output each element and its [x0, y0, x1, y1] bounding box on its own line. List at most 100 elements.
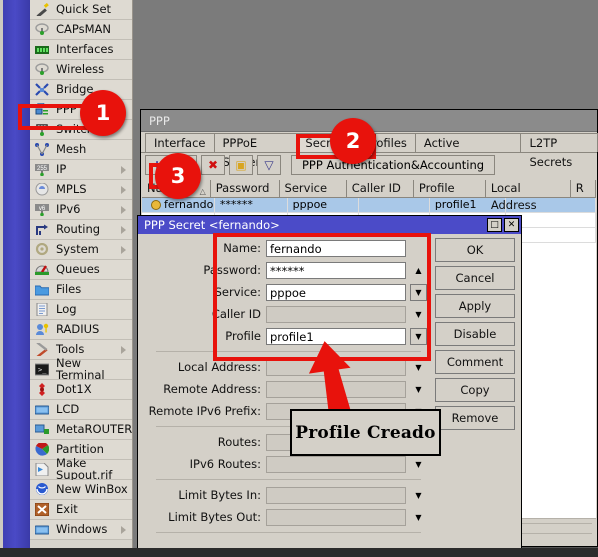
field-label-remote-address: Remote Address:: [163, 382, 261, 396]
winbox-icon: [34, 482, 51, 497]
field-row-remote-address: Remote Address: ▼: [138, 379, 433, 399]
collapse-arrow-icon[interactable]: ▲: [410, 262, 427, 279]
field-label-service: Service:: [214, 285, 261, 299]
dropdown-arrow-icon[interactable]: ▼: [410, 283, 427, 301]
sidebar-item-queues[interactable]: Queues: [30, 260, 132, 280]
sidebar-item-interfaces[interactable]: Interfaces: [30, 40, 132, 60]
sidebar-item-capsman[interactable]: CAPsMAN: [30, 20, 132, 40]
dialog-titlebar: PPP Secret <fernando> □ ✕: [138, 216, 521, 234]
windows-icon: [34, 522, 51, 537]
comment-button[interactable]: Comment: [435, 350, 515, 374]
column-header-label: Profile: [418, 181, 455, 195]
sidebar-item-routing[interactable]: Routing: [30, 220, 132, 240]
field-row-service: Service: pppoe ▼: [138, 282, 433, 302]
sidebar-item-system[interactable]: System: [30, 240, 132, 260]
sidebar-item-windows[interactable]: Windows: [30, 520, 132, 540]
log-icon: [34, 302, 51, 317]
comment-button[interactable]: ▣: [229, 155, 253, 175]
column-header-profile[interactable]: Profile: [414, 180, 486, 197]
filter-button[interactable]: ▽: [257, 155, 281, 175]
tab-active-connections[interactable]: Active Connections: [414, 133, 522, 169]
sidebar-menu[interactable]: Quick Set CAPsMAN Interfaces Wireless Bridge…: [30, 0, 132, 549]
sidebar-item-wireless[interactable]: Wireless: [30, 60, 132, 80]
field-label-name: Name:: [223, 241, 261, 255]
sidebar-item-metarouter[interactable]: MetaROUTER: [30, 420, 132, 440]
field-input-password[interactable]: ******: [266, 261, 406, 279]
tab-pppoe-servers[interactable]: PPPoE Servers: [213, 133, 298, 169]
copy-button[interactable]: Copy: [435, 378, 515, 402]
field-input-ipv6-routes[interactable]: [266, 455, 406, 473]
field-label-password: Password:: [203, 263, 261, 277]
expand-arrow-icon[interactable]: ▼: [410, 359, 427, 376]
sidebar-item-label: MetaROUTER: [56, 421, 133, 436]
field-row-limit-bytes-in: Limit Bytes In: ▼: [138, 485, 433, 505]
tab-l2tp-secrets[interactable]: L2TP Secrets: [520, 133, 598, 169]
sidebar-item-ip[interactable]: 255 IP: [30, 160, 132, 180]
column-header-r[interactable]: R: [571, 180, 596, 197]
column-header-label: R: [575, 181, 584, 195]
terminal-icon: >_: [34, 362, 51, 377]
ppp-window-title: PPP: [149, 113, 170, 128]
tab-interface[interactable]: Interface: [145, 133, 215, 152]
maximize-icon[interactable]: □: [487, 218, 502, 232]
column-header-caller-id[interactable]: Caller ID: [347, 180, 414, 197]
ppp-authentication-accounting-button[interactable]: PPP Authentication&Accounting: [291, 155, 496, 175]
sidebar-item-log[interactable]: Log: [30, 300, 132, 320]
sidebar-item-new-winbox[interactable]: New WinBox: [30, 480, 132, 500]
sidebar-item-radius[interactable]: RADIUS: [30, 320, 132, 340]
dialog-button-column[interactable]: OK Cancel Apply Disable Comment Copy Remove: [435, 238, 515, 434]
ok-button[interactable]: OK: [435, 238, 515, 262]
sidebar-item-quick-set[interactable]: Quick Set: [30, 0, 132, 20]
expand-arrow-icon[interactable]: ▼: [410, 487, 427, 504]
sidebar-item-tools[interactable]: Tools: [30, 340, 132, 360]
cancel-button[interactable]: Cancel: [435, 266, 515, 290]
sidebar-item-lcd[interactable]: LCD: [30, 400, 132, 420]
dropdown-arrow-icon[interactable]: ▼: [410, 327, 427, 345]
sidebar-item-mpls[interactable]: MPLS: [30, 180, 132, 200]
sidebar-item-make-supout-rif[interactable]: Make Supout.rif: [30, 457, 132, 480]
sidebar-item-mesh[interactable]: Mesh: [30, 140, 132, 160]
column-header-local-address[interactable]: Local Address: [486, 180, 571, 212]
cross-icon: ✖: [207, 158, 219, 172]
field-input-caller-id[interactable]: [266, 305, 406, 323]
winbox-sidebar[interactable]: RouterOS WinBox Quick Set CAPsMAN Interfac…: [0, 0, 133, 549]
field-group-divider: [156, 351, 421, 352]
callout-arrow-icon: [308, 341, 353, 419]
sidebar-item-exit[interactable]: Exit: [30, 500, 132, 520]
capsman-icon: [34, 22, 51, 37]
disable-button[interactable]: ✖: [201, 155, 225, 175]
field-input-service[interactable]: pppoe: [266, 283, 406, 301]
field-input-name[interactable]: fernando: [266, 239, 406, 257]
expand-arrow-icon[interactable]: ▼: [410, 456, 427, 473]
field-input-limit-bytes-in[interactable]: [266, 486, 406, 504]
disable-button[interactable]: Disable: [435, 322, 515, 346]
cell-name: fernando: [142, 198, 215, 212]
sidebar-item-label: Partition: [56, 441, 104, 456]
apply-button[interactable]: Apply: [435, 294, 515, 318]
sidebar-item-dot1x[interactable]: Dot1X: [30, 380, 132, 400]
desktop-bottom-strip: [0, 548, 598, 557]
cell-service: pppoe: [288, 198, 359, 212]
note-icon: ▣: [235, 158, 247, 172]
close-icon[interactable]: ✕: [504, 218, 519, 232]
step-badge-1-label: 1: [95, 101, 111, 125]
no-control-spacer: [410, 240, 427, 257]
remove-button[interactable]: Remove: [435, 406, 515, 430]
column-header-service[interactable]: Service: [280, 180, 347, 197]
wireless-icon: [34, 62, 51, 77]
sort-ascending-icon: △: [199, 187, 206, 196]
sidebar-item-label: Log: [56, 301, 77, 316]
dialog-field-column[interactable]: Name: fernando Password: ****** ▲ Service: ppp…: [138, 238, 433, 538]
column-header-password[interactable]: Password: [211, 180, 280, 197]
field-input-limit-bytes-out[interactable]: [266, 508, 406, 526]
sidebar-item-label: Bridge: [56, 81, 94, 96]
sidebar-item-files[interactable]: Files: [30, 280, 132, 300]
folder-icon: [34, 282, 51, 297]
expand-arrow-icon[interactable]: ▼: [410, 306, 427, 323]
bridge-icon: [34, 82, 51, 97]
sidebar-item-label: RADIUS: [56, 321, 100, 336]
expand-arrow-icon[interactable]: ▼: [410, 381, 427, 398]
expand-arrow-icon[interactable]: ▼: [410, 509, 427, 526]
sidebar-item-new-terminal[interactable]: >_ New Terminal: [30, 357, 132, 380]
sidebar-item-ipv6[interactable]: v6 IPv6: [30, 200, 132, 220]
